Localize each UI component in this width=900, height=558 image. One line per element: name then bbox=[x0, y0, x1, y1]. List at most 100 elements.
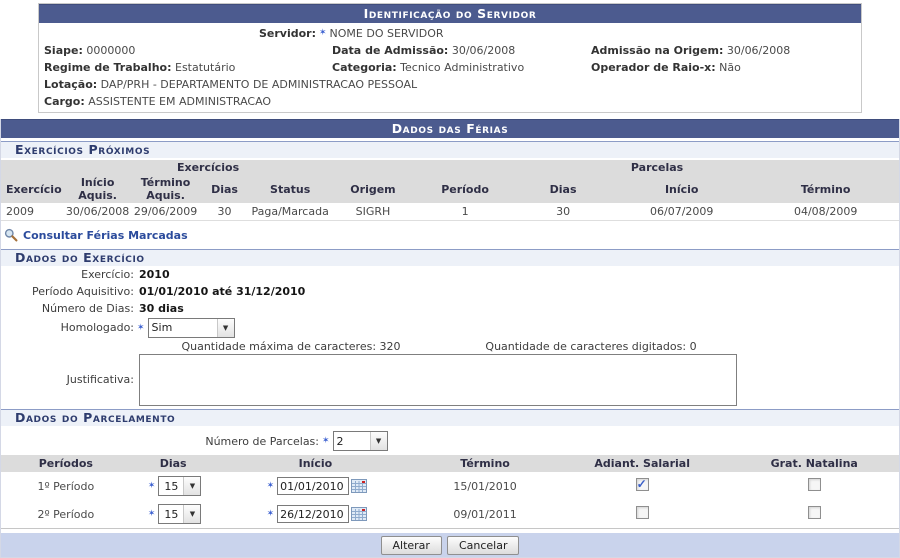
required-star-icon: ✶ bbox=[322, 436, 330, 446]
homologado-selected-value: Sim bbox=[149, 319, 217, 337]
column-header: Término Aquis. bbox=[132, 175, 200, 203]
justificativa-row: Justificativa: bbox=[1, 354, 899, 406]
inicio-date-input-periodo-2[interactable] bbox=[277, 505, 349, 523]
admissao-origem-value: 30/06/2008 bbox=[727, 44, 790, 57]
column-header: Início bbox=[216, 455, 416, 472]
group-header-exercicios: Exercícios bbox=[1, 160, 415, 175]
homologado-select[interactable]: Sim ▼ bbox=[148, 318, 235, 338]
numero-dias-label: Número de Dias: bbox=[1, 301, 134, 317]
numero-dias-value: 30 dias bbox=[139, 301, 184, 317]
dados-ferias-title: Dados das Férias bbox=[392, 121, 509, 136]
search-icon[interactable] bbox=[4, 228, 18, 242]
exercicio-label: Exercício: bbox=[1, 267, 134, 283]
servidor-value: NOME DO SERVIDOR bbox=[330, 25, 444, 42]
parcelamento-header-row: Períodos Dias Início Término Adiant. Sal… bbox=[1, 455, 899, 472]
siape-value: 0000000 bbox=[86, 44, 135, 57]
grat-natalina-checkbox-periodo-2[interactable] bbox=[808, 506, 821, 519]
consultar-ferias-link[interactable]: Consultar Férias Marcadas bbox=[23, 229, 188, 242]
lotacao-value: DAP/PRH - DEPARTAMENTO DE ADMINISTRACAO … bbox=[101, 78, 418, 91]
dados-ferias-title-bar: Dados das Férias bbox=[1, 119, 899, 138]
column-header: Início bbox=[611, 175, 752, 203]
max-chars-label: Quantidade máxima de caracteres: 320 bbox=[141, 340, 441, 353]
cell-dias: 30 bbox=[200, 203, 250, 221]
periodo-aquisitivo-label: Período Aquisitivo: bbox=[1, 284, 134, 300]
column-header: Status bbox=[249, 175, 330, 203]
numero-dias-row: Número de Dias: 30 dias bbox=[1, 301, 899, 317]
justificativa-counters: Quantidade máxima de caracteres: 320 Qua… bbox=[141, 340, 741, 353]
justificativa-textarea[interactable] bbox=[139, 354, 737, 406]
identificacao-title: Identificação do Servidor bbox=[364, 6, 537, 21]
ferias-page: { "identificacao": { "title": "Identific… bbox=[0, 3, 900, 533]
cancelar-button[interactable]: Cancelar bbox=[447, 536, 520, 555]
numero-parcelas-label: Número de Parcelas: bbox=[1, 435, 319, 448]
dias-select-periodo-1[interactable]: 15 ▼ bbox=[158, 476, 201, 496]
dados-exercicio-title: Dados do Exercício bbox=[15, 250, 145, 265]
calendar-icon[interactable] bbox=[351, 479, 367, 493]
justificativa-label: Justificativa: bbox=[1, 372, 134, 388]
dias-select-periodo-2[interactable]: 15 ▼ bbox=[158, 504, 201, 524]
identificacao-content: Servidor: ✶ NOME DO SERVIDOR Siape: 0000… bbox=[39, 23, 861, 112]
chevron-down-icon: ▼ bbox=[183, 505, 200, 523]
cell-inicio-aquis: 30/06/2008 bbox=[64, 203, 132, 221]
parcelamento-table: Períodos Dias Início Término Adiant. Sal… bbox=[1, 455, 899, 529]
table-row-periodo-2: 2º Período ✶ 15 ▼ ✶ bbox=[1, 500, 899, 529]
inicio-date-input-periodo-1[interactable] bbox=[277, 477, 349, 495]
group-header-row: Exercícios Parcelas bbox=[1, 160, 899, 175]
column-header: Início Aquis. bbox=[64, 175, 132, 203]
cell-periodo-nome: 2º Período bbox=[1, 500, 131, 529]
required-star-icon: ✶ bbox=[148, 481, 156, 491]
exercicios-proximos-title: Exercícios Próximos bbox=[15, 142, 150, 157]
identificacao-servidor-panel: Identificação do Servidor Servidor: ✶ NO… bbox=[38, 3, 862, 113]
dados-parcelamento-header: Dados do Parcelamento bbox=[1, 409, 899, 426]
cell-termino-aquis: 29/06/2009 bbox=[132, 203, 200, 221]
periodo-aquisitivo-value: 01/01/2010 até 31/12/2010 bbox=[139, 284, 305, 300]
column-header-row: Exercício Início Aquis. Término Aquis. D… bbox=[1, 175, 899, 203]
column-header: Término bbox=[752, 175, 899, 203]
required-star-icon: ✶ bbox=[267, 509, 275, 519]
raiox-value: Não bbox=[719, 61, 741, 74]
chevron-down-icon: ▼ bbox=[183, 477, 200, 495]
dados-ferias-panel: Dados das Férias Exercícios Próximos Exe… bbox=[0, 119, 900, 558]
dias-selected-value: 15 bbox=[159, 477, 183, 495]
servidor-row: Servidor: ✶ NOME DO SERVIDOR bbox=[44, 25, 857, 42]
calendar-icon[interactable] bbox=[351, 507, 367, 521]
exercicios-proximos-header: Exercícios Próximos bbox=[1, 141, 899, 158]
identificacao-grid: Siape: 0000000 Data de Admissão: 30/06/2… bbox=[44, 42, 857, 76]
dados-exercicio-header: Dados do Exercício bbox=[1, 249, 899, 266]
chevron-down-icon: ▼ bbox=[370, 432, 387, 450]
regime-value: Estatutário bbox=[175, 61, 235, 74]
dados-parcelamento-title: Dados do Parcelamento bbox=[15, 410, 175, 425]
numero-parcelas-row: Número de Parcelas: ✶ 2 ▼ bbox=[1, 431, 899, 451]
numero-parcelas-select[interactable]: 2 ▼ bbox=[333, 431, 388, 451]
numero-parcelas-selected-value: 2 bbox=[334, 432, 370, 450]
cell-dias-parcela: 30 bbox=[515, 203, 611, 221]
chevron-down-icon: ▼ bbox=[217, 319, 234, 337]
action-bar: Alterar Cancelar bbox=[1, 533, 899, 557]
cargo-value: ASSISTENTE EM ADMINISTRACAO bbox=[88, 95, 271, 108]
column-header: Dias bbox=[131, 455, 216, 472]
adiant-salarial-checkbox-periodo-2[interactable] bbox=[636, 506, 649, 519]
group-header-parcelas: Parcelas bbox=[415, 160, 899, 175]
grat-natalina-checkbox-periodo-1[interactable] bbox=[808, 478, 821, 491]
cell-termino: 15/01/2010 bbox=[415, 472, 555, 500]
cell-periodo: 1 bbox=[415, 203, 515, 221]
cell-origem: SIGRH bbox=[331, 203, 415, 221]
cell-inicio-parcela: 06/07/2009 bbox=[611, 203, 752, 221]
required-star-icon: ✶ bbox=[267, 481, 275, 491]
column-header: Dias bbox=[200, 175, 250, 203]
identificacao-title-bar: Identificação do Servidor bbox=[39, 4, 861, 23]
adiant-salarial-checkbox-periodo-1[interactable] bbox=[636, 478, 649, 491]
column-header: Término bbox=[415, 455, 555, 472]
required-star-icon: ✶ bbox=[137, 320, 145, 336]
categoria-label: Categoria: bbox=[332, 61, 397, 74]
table-row: 2009 30/06/2008 29/06/2009 30 Paga/Marca… bbox=[1, 203, 899, 221]
cell-periodo-nome: 1º Período bbox=[1, 472, 131, 500]
column-header: Adiant. Salarial bbox=[555, 455, 730, 472]
exercicios-proximos-table: Exercícios Parcelas Exercício Início Aqu… bbox=[1, 160, 899, 221]
alterar-button[interactable]: Alterar bbox=[381, 536, 442, 555]
column-header: Período bbox=[415, 175, 515, 203]
homologado-label: Homologado: bbox=[1, 320, 134, 336]
column-header: Origem bbox=[331, 175, 415, 203]
data-admissao-label: Data de Admissão: bbox=[332, 44, 448, 57]
raiox-label: Operador de Raio-x: bbox=[591, 61, 716, 74]
